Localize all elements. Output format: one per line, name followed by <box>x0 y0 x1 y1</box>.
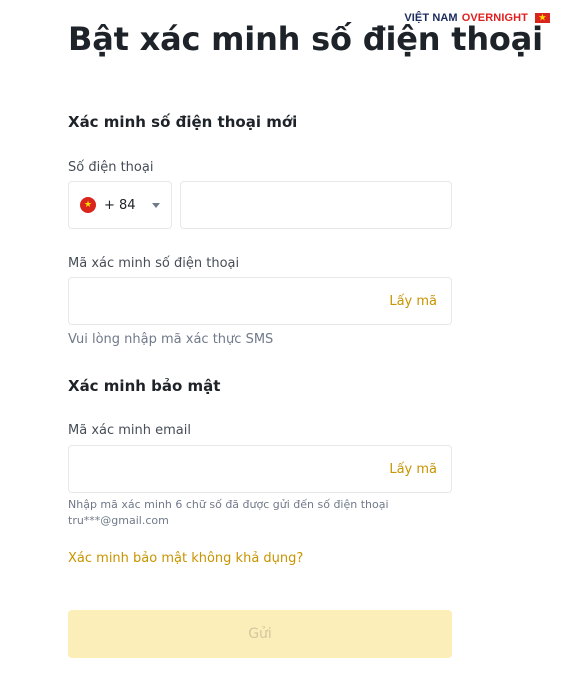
chevron-down-icon <box>151 202 160 208</box>
email-code-label: Mã xác minh email <box>68 423 191 438</box>
email-helper-line-1: Nhập mã xác minh 6 chữ số đã được gửi đế… <box>68 498 389 511</box>
email-helper-text: Nhập mã xác minh 6 chữ số đã được gửi đế… <box>68 497 408 529</box>
get-phone-code-button[interactable]: Lấy mã <box>389 294 451 309</box>
country-code-value: + 84 <box>104 197 136 213</box>
security-section-title: Xác minh bảo mật <box>68 377 221 395</box>
new-phone-section-title: Xác minh số điện thoại mới <box>68 113 298 131</box>
phone-code-label: Mã xác minh số điện thoại <box>68 256 240 271</box>
phone-code-input[interactable] <box>69 278 390 324</box>
email-helper-line-2: tru***@gmail.com <box>68 514 169 527</box>
phone-label: Số điện thoại <box>68 160 154 175</box>
sms-helper-text: Vui lòng nhập mã xác thực SMS <box>68 332 274 347</box>
country-code-select[interactable]: ★ + 84 <box>68 181 172 229</box>
page-title: Bật xác minh số điện thoại <box>68 20 543 58</box>
vietnam-flag-icon: ★ <box>80 197 96 213</box>
security-unavailable-link[interactable]: Xác minh bảo mật không khả dụng? <box>68 551 303 566</box>
email-code-field: Lấy mã <box>68 445 452 493</box>
get-email-code-button[interactable]: Lấy mã <box>389 462 451 477</box>
submit-button[interactable]: Gửi <box>68 610 452 658</box>
phone-number-input[interactable] <box>180 181 452 229</box>
phone-code-field: Lấy mã <box>68 277 452 325</box>
email-code-input[interactable] <box>69 446 390 492</box>
